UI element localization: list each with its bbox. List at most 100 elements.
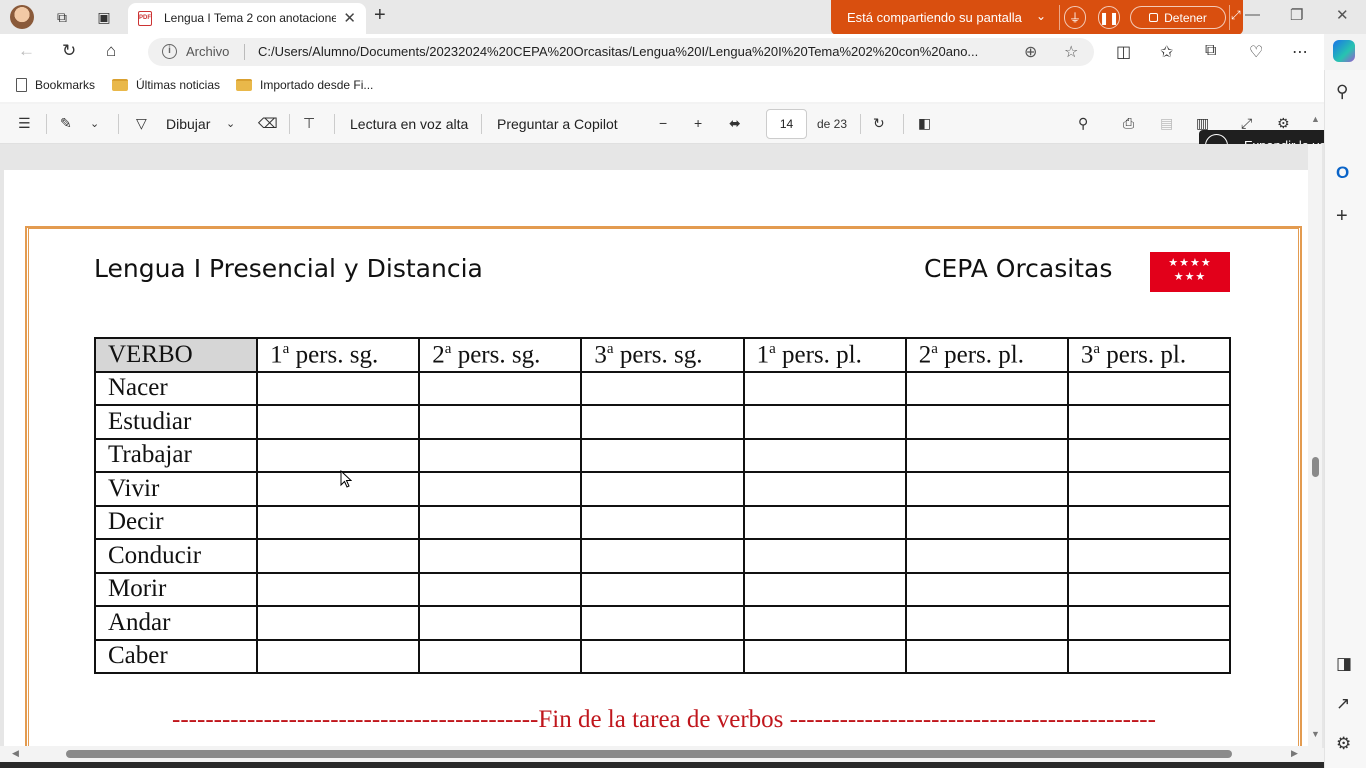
- table-row: Andar: [93, 605, 1232, 641]
- scroll-left-icon[interactable]: ◀: [12, 748, 19, 759]
- bookmark-item[interactable]: Bookmarks: [16, 78, 95, 92]
- address-scheme-label: Archivo: [186, 44, 230, 59]
- bookmark-label: Bookmarks: [35, 78, 96, 92]
- verb-cell: Trabajar: [93, 437, 259, 473]
- eraser-icon[interactable]: ⌫: [258, 115, 278, 132]
- vertical-scrollbar[interactable]: ▲ ▼: [1308, 114, 1322, 748]
- bookmark-folder[interactable]: Últimas noticias: [112, 78, 220, 92]
- table-row: Caber: [93, 638, 1232, 674]
- conjugation-cell: [904, 571, 1069, 607]
- chevron-down-icon[interactable]: ⌄: [90, 117, 99, 130]
- tab-active[interactable]: PDF Lengua I Tema 2 con anotaciones ✕: [128, 3, 366, 34]
- conjugation-cell: [904, 404, 1069, 440]
- print-icon[interactable]: ⎙: [1123, 115, 1134, 132]
- bookmarks-bar: Bookmarks Últimas noticias Importado des…: [0, 70, 1324, 102]
- table-row: Morir: [93, 571, 1232, 607]
- contents-icon[interactable]: ☰: [18, 115, 31, 132]
- verb-cell: Andar: [93, 605, 259, 641]
- pause-button[interactable]: ❚❚: [1098, 6, 1120, 29]
- divider: [118, 114, 119, 134]
- home-icon[interactable]: ⌂: [106, 41, 116, 61]
- zoom-out-icon[interactable]: −: [659, 115, 667, 131]
- open-external-icon[interactable]: ↗: [1336, 694, 1350, 714]
- address-bar[interactable]: i Archivo C:/Users/Alumno/Documents/2023…: [148, 38, 1094, 66]
- workspaces-icon[interactable]: ⧉: [52, 7, 72, 27]
- vertical-scroll-thumb[interactable]: [1312, 457, 1319, 477]
- pdf-viewer[interactable]: Lengua I Presencial y Distancia CEPA Orc…: [0, 144, 1324, 756]
- edge-sidebar: ⚲ O + ◨ ↗ ⚙: [1324, 70, 1366, 768]
- tab-actions-icon[interactable]: ▣: [94, 7, 114, 27]
- table-row: Trabajar: [93, 437, 1232, 473]
- url-text[interactable]: C:/Users/Alumno/Documents/20232024%20CEP…: [258, 44, 1014, 59]
- restore-icon[interactable]: ❐: [1290, 6, 1303, 24]
- divider: [334, 114, 335, 134]
- bookmark-label: Importado desde Fi...: [260, 78, 374, 92]
- close-tab-icon[interactable]: ✕: [343, 9, 356, 27]
- conjugation-cell: [418, 471, 583, 507]
- column-header: 3a pers. pl.: [1066, 337, 1232, 373]
- favorites-icon[interactable]: ✩: [1160, 42, 1173, 62]
- fit-page-icon[interactable]: ⬌: [729, 115, 741, 132]
- expand-icon[interactable]: ⤢: [1231, 8, 1241, 23]
- conjugation-cell: [904, 504, 1069, 540]
- copilot-icon[interactable]: [1333, 40, 1355, 62]
- more-menu-icon[interactable]: ⋯: [1292, 42, 1308, 62]
- scroll-right-icon[interactable]: ▶: [1291, 748, 1298, 759]
- stop-sharing-button[interactable]: Detener: [1130, 6, 1226, 29]
- read-aloud-button[interactable]: Lectura en voz alta: [350, 116, 468, 132]
- text-box-icon[interactable]: ⊤: [303, 115, 315, 132]
- rotate-icon[interactable]: ↻: [873, 115, 885, 132]
- horizontal-scrollbar[interactable]: ◀ ▶: [0, 746, 1308, 762]
- conjugation-cell: [256, 437, 421, 473]
- conjugation-cell: [904, 538, 1069, 574]
- add-app-icon[interactable]: +: [1336, 205, 1348, 228]
- madrid-flag-logo: ★★★★ ★★★: [1150, 252, 1230, 292]
- conjugation-cell: [580, 437, 745, 473]
- highlight-icon[interactable]: ✎: [60, 115, 72, 132]
- profile-avatar[interactable]: [10, 5, 34, 29]
- table-row: Conducir: [93, 538, 1232, 574]
- table-row: Nacer: [93, 370, 1232, 406]
- share-banner-text: Está compartiendo su pantalla: [847, 10, 1022, 25]
- save-icon[interactable]: ▤: [1160, 115, 1173, 132]
- verb-cell: Decir: [93, 504, 259, 540]
- search-icon[interactable]: ⚲: [1078, 115, 1088, 132]
- zoom-icon[interactable]: ⊕: [1024, 42, 1037, 62]
- conjugation-cell: [256, 605, 421, 641]
- sidebar-toggle-icon[interactable]: ◨: [1336, 654, 1352, 674]
- outlook-icon[interactable]: O: [1336, 163, 1349, 183]
- chevron-down-icon[interactable]: ⌄: [1036, 9, 1046, 23]
- page-number-input[interactable]: 14: [766, 109, 807, 139]
- conjugation-cell: [256, 538, 421, 574]
- horizontal-scroll-thumb[interactable]: [66, 750, 1232, 758]
- sidebar-settings-icon[interactable]: ⚙: [1336, 734, 1351, 754]
- scroll-up-icon[interactable]: ▲: [1311, 114, 1320, 124]
- bookmark-folder[interactable]: Importado desde Fi...: [236, 78, 373, 92]
- new-tab-button[interactable]: +: [374, 4, 386, 27]
- conjugation-cell: [904, 370, 1069, 406]
- ask-copilot-button[interactable]: Preguntar a Copilot: [497, 116, 618, 132]
- close-window-icon[interactable]: ✕: [1336, 6, 1349, 24]
- pdf-icon: PDF: [138, 11, 152, 26]
- collections-icon[interactable]: ⧉: [1205, 42, 1216, 60]
- favorite-star-icon[interactable]: ☆: [1064, 42, 1078, 62]
- search-icon[interactable]: ⚲: [1336, 82, 1348, 102]
- split-screen-icon[interactable]: ◫: [1116, 42, 1131, 62]
- conjugation-cell: [580, 471, 745, 507]
- draw-icon[interactable]: ▽: [136, 115, 147, 132]
- page-view-icon[interactable]: ◧: [918, 115, 931, 132]
- minimize-icon[interactable]: —: [1245, 6, 1260, 23]
- zoom-in-icon[interactable]: +: [694, 115, 702, 131]
- microphone-button[interactable]: ⏚: [1064, 6, 1086, 29]
- conjugation-cell: [418, 370, 583, 406]
- verb-cell: Estudiar: [93, 404, 259, 440]
- chevron-down-icon[interactable]: ⌄: [226, 117, 235, 130]
- info-icon[interactable]: i: [162, 44, 177, 59]
- conjugation-cell: [256, 638, 421, 674]
- divider: [289, 114, 290, 134]
- refresh-icon[interactable]: ↻: [62, 41, 76, 61]
- performance-icon[interactable]: ♡: [1249, 42, 1263, 62]
- back-icon[interactable]: ←: [18, 41, 35, 61]
- scroll-down-icon[interactable]: ▼: [1311, 729, 1320, 739]
- draw-button[interactable]: Dibujar: [166, 116, 210, 132]
